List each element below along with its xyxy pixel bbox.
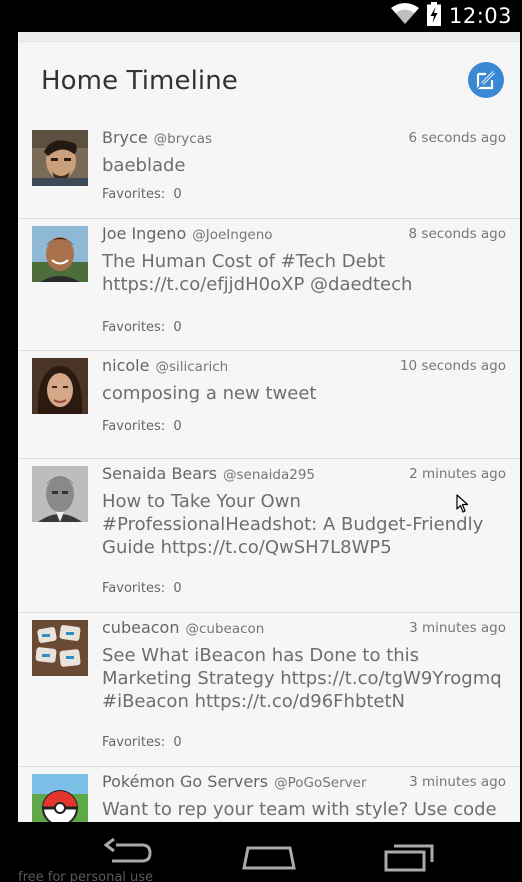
compose-button[interactable] [468,62,504,98]
recent-apps-button[interactable] [384,842,436,877]
tweet-item[interactable]: Pokémon Go Servers @PoGoServer 3 minutes … [18,767,520,822]
author-handle[interactable]: @senaida295 [223,467,315,483]
tweet-item[interactable]: nicole @silicarich 10 seconds ago composi… [18,351,520,459]
tweet-text: composing a new tweet [102,383,317,404]
author-handle[interactable]: @cubeacon [185,621,264,637]
favorites-count: Favorites: 0 [102,187,182,202]
tweet-text: The Human Cost of #Tech Debt https://t.c… [102,251,413,295]
status-bar: 12:03 [0,0,522,32]
favorites-value: 0 [173,187,182,202]
tweet-text: Want to rep your team with style? Use co… [102,799,497,820]
tweet-time: 10 seconds ago [399,358,506,374]
home-button[interactable] [242,844,296,875]
favorites-label: Favorites: [102,735,166,750]
timeline-feed[interactable]: Bryce @brycas 6 seconds ago baeblade Favo… [18,123,520,822]
tweet-time: 6 seconds ago [408,130,506,146]
favorites-label: Favorites: [102,581,166,596]
tweet-header: Senaida Bears @senaida295 2 minutes ago [102,464,506,486]
favorites-value: 0 [173,735,182,750]
page-title: Home Timeline [41,66,238,96]
tweet-item[interactable]: Joe Ingeno @JoeIngeno 8 seconds ago The H… [18,219,520,351]
tweet-text: baeblade [102,155,186,176]
tweet-time: 3 minutes ago [409,774,506,790]
author-name[interactable]: nicole [102,356,149,375]
tweet-item[interactable]: Bryce @brycas 6 seconds ago baeblade Favo… [18,123,520,219]
wifi-icon [390,2,419,30]
app-window: Home Timeline Bryce @brycas 6 seconds ag… [18,32,520,822]
author-name[interactable]: Senaida Bears [102,464,217,483]
author-handle[interactable]: @JoeIngeno [192,227,272,243]
avatar[interactable] [32,226,88,282]
back-icon [103,837,152,863]
tweet-header: Pokémon Go Servers @PoGoServer 3 minutes … [102,772,506,794]
favorites-value: 0 [173,419,182,434]
author-name[interactable]: Bryce [102,128,148,147]
tweet-time: 2 minutes ago [409,466,506,482]
battery-charging-icon [426,1,441,31]
favorites-label: Favorites: [102,419,166,434]
avatar[interactable] [32,358,88,414]
recent-apps-icon [384,844,434,872]
author-name[interactable]: cubeacon [102,618,179,637]
author-name[interactable]: Pokémon Go Servers [102,772,268,791]
author-handle[interactable]: @PoGoServer [274,775,366,791]
tweet-time: 3 minutes ago [409,620,506,636]
tweet-header: cubeacon @cubeacon 3 minutes ago [102,618,506,640]
status-time: 12:03 [448,4,512,28]
author-name[interactable]: Joe Ingeno [102,224,186,243]
favorites-label: Favorites: [102,187,166,202]
tweet-time: 8 seconds ago [408,226,506,242]
favorites-count: Favorites: 0 [102,419,182,434]
tweet-header: Bryce @brycas 6 seconds ago [102,128,506,150]
avatar[interactable] [32,774,88,822]
tweet-header: nicole @silicarich 10 seconds ago [102,356,506,378]
author-handle[interactable]: @brycas [154,131,212,147]
tweet-item[interactable]: Senaida Bears @senaida295 2 minutes ago H… [18,459,520,613]
avatar[interactable] [32,466,88,522]
favorites-count: Favorites: 0 [102,735,182,750]
tweet-item[interactable]: cubeacon @cubeacon 3 minutes ago See What… [18,613,520,767]
avatar[interactable] [32,620,88,676]
back-button[interactable] [103,837,154,873]
tweet-header: Joe Ingeno @JoeIngeno 8 seconds ago [102,224,506,246]
status-icons: 12:03 [390,1,512,31]
avatar[interactable] [32,130,88,186]
compose-icon [475,69,497,91]
watermark: free for personal use [18,870,154,882]
favorites-count: Favorites: 0 [102,581,182,596]
favorites-label: Favorites: [102,320,166,335]
favorites-value: 0 [173,320,182,335]
favorites-value: 0 [173,581,182,596]
tweet-text: How to Take Your Own #ProfessionalHeadsh… [102,491,484,558]
author-handle[interactable]: @silicarich [155,359,228,375]
favorites-count: Favorites: 0 [102,320,182,335]
header: Home Timeline [18,41,520,123]
tweet-text: See What iBeacon has Done to this Market… [102,645,502,712]
home-icon [242,846,296,870]
